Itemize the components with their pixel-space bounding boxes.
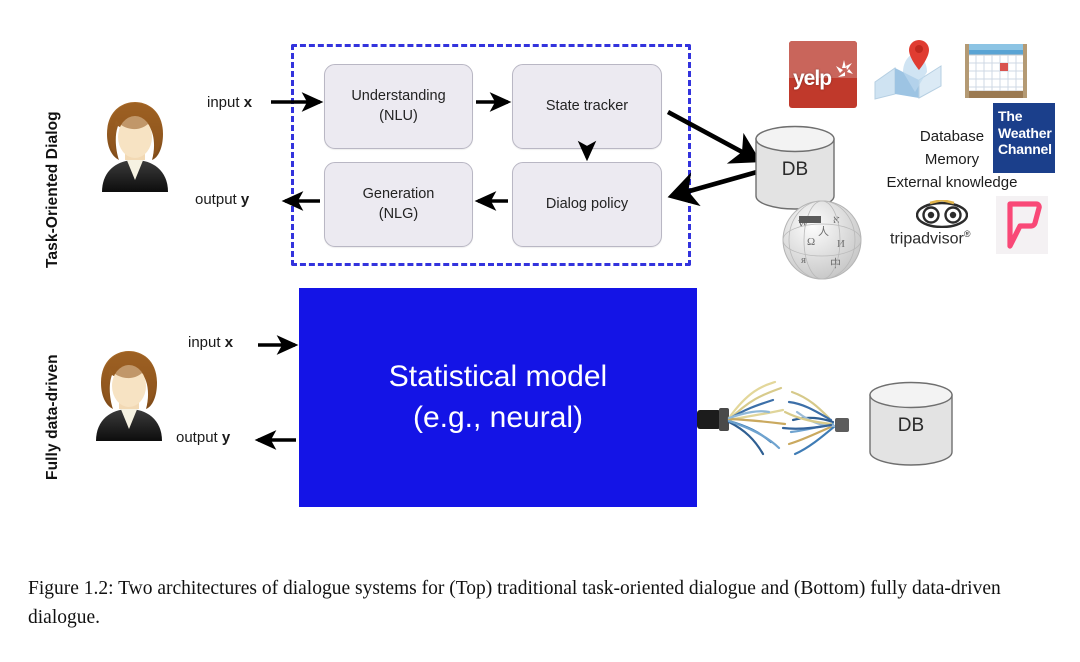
weather-channel-line1: The [998, 108, 1023, 124]
knowledge-line-external: External knowledge [886, 173, 1018, 191]
module-generation[interactable]: Generation (NLG) [324, 162, 473, 247]
input-label-top: input x [207, 94, 252, 111]
module-dialog-policy-line1: Dialog policy [545, 195, 629, 212]
network-cable-bundle [697, 380, 849, 456]
input-label-bottom: input x [188, 334, 233, 351]
tripadvisor-registered-mark: ® [963, 229, 971, 239]
module-state-tracker-line1: State tracker [545, 97, 629, 114]
wikipedia-logo: Wא ΩИ я中 人 [782, 200, 862, 280]
figure-canvas: Task-Oriented Dialog Fully data-driven i… [0, 0, 1080, 560]
yelp-logo-text: yelp [793, 67, 832, 90]
tripadvisor-logo: tripadvisor® [890, 200, 994, 252]
user-avatar-bottom [96, 351, 162, 441]
maps-logo [874, 39, 942, 100]
weather-channel-line2: Weather [998, 124, 1052, 141]
output-label-bottom: output y [176, 429, 230, 446]
statistical-model-line1: Statistical model [388, 360, 608, 394]
module-understanding[interactable]: Understanding (NLU) [324, 64, 473, 149]
input-label-top-text: input [207, 94, 244, 111]
statistical-model-box[interactable]: Statistical model (e.g., neural) [299, 288, 697, 507]
weather-channel-logo: The Weather Channel [993, 103, 1055, 173]
output-label-bottom-text: output [176, 429, 222, 446]
figure-caption: Figure 1.2: Two architectures of dialogu… [28, 578, 1001, 629]
module-understanding-line1: Understanding [351, 88, 446, 105]
yelp-burst-icon [836, 60, 853, 77]
row-label-fully-data-driven: Fully data-driven [44, 354, 61, 480]
weather-channel-line3: Channel [998, 141, 1052, 158]
database-label-top: DB [782, 159, 808, 180]
row-label-task-oriented: Task-Oriented Dialog [44, 111, 61, 268]
tripadvisor-wordmark: tripadvisor [890, 230, 964, 248]
svg-text:中: 中 [830, 257, 841, 270]
calendar-logo [965, 44, 1027, 98]
input-label-bottom-text: input [188, 334, 225, 351]
foursquare-logo [996, 196, 1048, 254]
output-label-top-text: output [195, 191, 241, 208]
svg-text:人: 人 [818, 225, 829, 238]
foursquare-flag-icon [1007, 201, 1042, 249]
output-symbol-top: y [240, 191, 250, 208]
module-understanding-line2: (NLU) [379, 107, 418, 124]
module-generation-line2: (NLG) [378, 205, 419, 222]
output-symbol-bottom: y [221, 429, 231, 446]
module-dialog-policy[interactable]: Dialog policy [512, 162, 662, 247]
module-generation-line1: Generation [362, 186, 435, 203]
statistical-model-line2: (e.g., neural) [412, 400, 584, 434]
database-cylinder-bottom: DB [869, 381, 953, 466]
svg-text:И: И [837, 238, 845, 250]
svg-text:Ω: Ω [807, 236, 815, 248]
output-label-top: output y [195, 191, 249, 208]
input-symbol-top: x [243, 94, 253, 111]
tripadvisor-owl-icon [916, 200, 968, 228]
input-symbol-bottom: x [224, 334, 234, 351]
module-state-tracker[interactable]: State tracker [512, 64, 662, 149]
tripadvisor-logo-text: tripadvisor® [890, 229, 970, 248]
yelp-logo: yelp [789, 41, 857, 108]
user-avatar-top [102, 102, 168, 192]
database-label-bottom: DB [898, 415, 924, 436]
